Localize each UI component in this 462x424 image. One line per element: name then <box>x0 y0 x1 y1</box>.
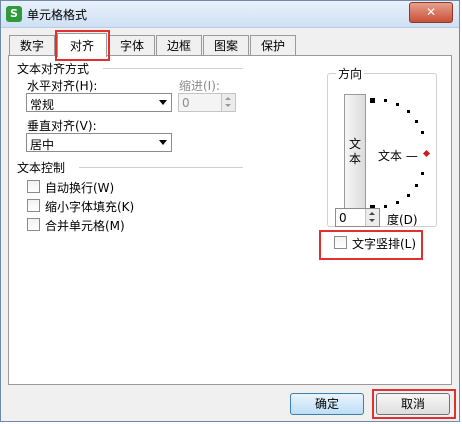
chevron-down-icon <box>159 140 167 145</box>
degree-value: 0 <box>339 211 347 225</box>
ok-button[interactable]: 确定 <box>290 393 364 415</box>
close-button[interactable]: ✕ <box>409 2 453 23</box>
indent-spinner[interactable]: 0 <box>178 93 236 112</box>
dial-tick <box>384 205 387 208</box>
vertical-text-button[interactable]: 文 本 <box>344 94 366 212</box>
title-bar: S 单元格格式 ✕ <box>1 1 459 28</box>
orientation-section-title: 方向 <box>336 65 365 82</box>
orientation-dial[interactable]: 文本 — <box>368 98 436 212</box>
wrap-text-checkbox[interactable] <box>27 180 40 193</box>
tab-number[interactable]: 数字 <box>9 35 55 55</box>
degree-spinner[interactable]: 0 <box>335 208 380 227</box>
merge-cells-label: 合并单元格(M) <box>45 219 125 233</box>
vertical-align-label: 垂直对齐(V): <box>27 119 97 133</box>
vertical-align-value: 居中 <box>30 138 55 152</box>
highlight-alignment-tab <box>55 30 110 61</box>
vertical-align-select[interactable]: 居中 <box>26 133 172 152</box>
dial-tick <box>421 131 424 134</box>
text-control-section-title: 文本控制 <box>17 159 66 176</box>
tab-protection[interactable]: 保护 <box>250 35 296 55</box>
alignment-section-title: 文本对齐方式 <box>17 60 90 77</box>
dial-tick <box>407 194 410 197</box>
horizontal-align-value: 常规 <box>30 98 55 112</box>
wps-app-icon: S <box>6 6 22 22</box>
merge-cells-checkbox[interactable] <box>27 218 40 231</box>
wrap-text-label: 自动换行(W) <box>45 181 115 195</box>
dial-marker-90 <box>370 98 375 103</box>
tab-pattern[interactable]: 图案 <box>203 35 249 55</box>
arrow-up-icon <box>225 97 231 100</box>
dial-tick <box>415 120 418 123</box>
alignment-panel: 文本对齐方式 水平对齐(H): 常规 缩进(I): 0 垂直对齐(V): 居中 … <box>8 55 452 385</box>
arrow-down-icon <box>369 219 375 222</box>
divider <box>103 68 243 69</box>
dial-tick <box>421 172 424 175</box>
divider <box>79 167 243 168</box>
dial-tick <box>396 201 399 204</box>
highlight-vertical-layout <box>319 230 423 260</box>
dial-tick <box>384 99 387 102</box>
degree-spin-buttons[interactable] <box>365 209 379 226</box>
indent-spin-buttons[interactable] <box>221 94 235 111</box>
dial-tick <box>407 110 410 113</box>
dial-text-sample: 文本 — <box>378 149 418 163</box>
horizontal-align-select[interactable]: 常规 <box>26 93 172 112</box>
shrink-to-fit-label: 缩小字体填充(K) <box>45 200 135 214</box>
shrink-to-fit-checkbox[interactable] <box>27 199 40 212</box>
degree-label: 度(D) <box>387 213 418 227</box>
dial-tick <box>415 184 418 187</box>
vertical-text-sample: 文 本 <box>349 137 362 166</box>
horizontal-align-label: 水平对齐(H): <box>27 79 98 93</box>
indent-label: 缩进(I): <box>179 79 220 93</box>
tab-border[interactable]: 边框 <box>156 35 202 55</box>
chevron-down-icon <box>159 100 167 105</box>
arrow-down-icon <box>225 104 231 107</box>
dial-tick <box>396 103 399 106</box>
dialog-title: 单元格格式 <box>27 8 88 22</box>
arrow-up-icon <box>369 212 375 215</box>
highlight-cancel-button <box>372 389 456 419</box>
orientation-group: 方向 文 本 文本 — <box>327 65 437 227</box>
tab-font[interactable]: 字体 <box>109 35 155 55</box>
indent-value: 0 <box>182 96 190 110</box>
dial-current-marker[interactable] <box>422 149 431 158</box>
